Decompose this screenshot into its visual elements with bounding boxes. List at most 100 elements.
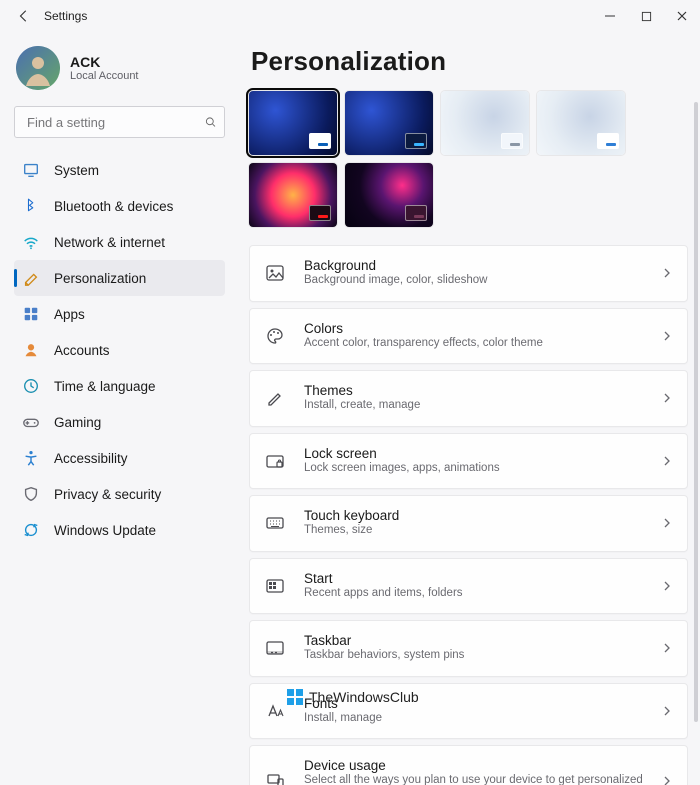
card-fonts[interactable]: Fonts Install, manage (249, 683, 688, 740)
start-icon (264, 575, 286, 597)
back-button[interactable] (10, 2, 38, 30)
account-name: ACK (70, 54, 139, 70)
nav-label: Gaming (54, 415, 101, 430)
nav-item-system[interactable]: System (14, 152, 225, 188)
accounts-icon (22, 341, 40, 359)
card-subtitle: Install, create, manage (304, 398, 651, 414)
search-box[interactable] (14, 106, 225, 138)
nav-label: Accounts (54, 343, 110, 358)
card-subtitle: Background image, color, slideshow (304, 273, 651, 289)
card-touch-keyboard[interactable]: Touch keyboard Themes, size (249, 495, 688, 552)
content-area: Personalization Background Background im… (235, 32, 700, 785)
nav-item-apps[interactable]: Apps (14, 296, 225, 332)
nav-item-network-internet[interactable]: Network & internet (14, 224, 225, 260)
nav-label: Bluetooth & devices (54, 199, 173, 214)
avatar (16, 46, 60, 90)
apps-icon (22, 305, 40, 323)
nav-item-accessibility[interactable]: Accessibility (14, 440, 225, 476)
card-taskbar[interactable]: Taskbar Taskbar behaviors, system pins (249, 620, 688, 677)
card-title: Colors (304, 321, 651, 336)
gaming-icon (22, 413, 40, 431)
sidebar: ACK Local Account System Bluetooth & devi… (0, 32, 235, 785)
card-title: Lock screen (304, 446, 651, 461)
chevron-right-icon (661, 392, 673, 404)
close-button[interactable] (664, 2, 700, 30)
nav-item-windows-update[interactable]: Windows Update (14, 512, 225, 548)
lock-icon (264, 450, 286, 472)
minimize-icon (604, 10, 616, 22)
chevron-right-icon (661, 267, 673, 279)
nav-item-gaming[interactable]: Gaming (14, 404, 225, 440)
card-background[interactable]: Background Background image, color, slid… (249, 245, 688, 302)
time-language-icon (22, 377, 40, 395)
theme-grid (249, 91, 688, 227)
theme-thumb-2[interactable] (345, 91, 433, 155)
search-input[interactable] (25, 114, 205, 131)
nav-list: System Bluetooth & devices Network & inter… (14, 152, 225, 548)
accessibility-icon (22, 449, 40, 467)
nav-label: Privacy & security (54, 487, 161, 502)
windows-update-icon (22, 521, 40, 539)
scrollbar[interactable] (694, 102, 698, 722)
card-title: Taskbar (304, 633, 651, 648)
taskbar-icon (264, 637, 286, 659)
nav-label: Network & internet (54, 235, 165, 250)
palette-icon (264, 325, 286, 347)
theme-thumb-1[interactable] (249, 91, 337, 155)
card-title: Background (304, 258, 651, 273)
card-subtitle: Lock screen images, apps, animations (304, 461, 651, 477)
theme-thumb-6[interactable] (345, 163, 433, 227)
account-sub: Local Account (70, 70, 139, 82)
minimize-button[interactable] (592, 2, 628, 30)
nav-item-accounts[interactable]: Accounts (14, 332, 225, 368)
card-subtitle: Taskbar behaviors, system pins (304, 648, 651, 664)
card-title: Themes (304, 383, 651, 398)
chevron-right-icon (661, 705, 673, 717)
card-subtitle: Recent apps and items, folders (304, 586, 651, 602)
card-subtitle: Accent color, transparency effects, colo… (304, 336, 651, 352)
search-icon (205, 115, 216, 129)
theme-thumb-3[interactable] (441, 91, 529, 155)
chevron-right-icon (661, 517, 673, 529)
maximize-button[interactable] (628, 2, 664, 30)
image-icon (264, 262, 286, 284)
nav-label: Time & language (54, 379, 156, 394)
brush-icon (264, 387, 286, 409)
card-subtitle: Select all the ways you plan to use your… (304, 773, 651, 785)
nav-item-time-language[interactable]: Time & language (14, 368, 225, 404)
card-start[interactable]: Start Recent apps and items, folders (249, 558, 688, 615)
card-title: Touch keyboard (304, 508, 651, 523)
chevron-right-icon (661, 330, 673, 342)
card-title: Fonts (304, 696, 651, 711)
arrow-left-icon (17, 9, 31, 23)
maximize-icon (641, 11, 652, 22)
fonts-icon (264, 700, 286, 722)
card-title: Start (304, 571, 651, 586)
theme-thumb-4[interactable] (537, 91, 625, 155)
titlebar: Settings (0, 0, 700, 32)
account-block[interactable]: ACK Local Account (16, 46, 225, 90)
network-internet-icon (22, 233, 40, 251)
nav-label: Apps (54, 307, 85, 322)
chevron-right-icon (661, 455, 673, 467)
nav-item-bluetooth-devices[interactable]: Bluetooth & devices (14, 188, 225, 224)
card-device-usage[interactable]: Device usage Select all the ways you pla… (249, 745, 688, 785)
system-icon (22, 161, 40, 179)
theme-thumb-5[interactable] (249, 163, 337, 227)
card-themes[interactable]: Themes Install, create, manage (249, 370, 688, 427)
privacy-security-icon (22, 485, 40, 503)
close-icon (676, 10, 688, 22)
bluetooth-devices-icon (22, 197, 40, 215)
device-icon (264, 770, 286, 785)
nav-item-personalization[interactable]: Personalization (14, 260, 225, 296)
chevron-right-icon (661, 642, 673, 654)
nav-label: System (54, 163, 99, 178)
card-lock-screen[interactable]: Lock screen Lock screen images, apps, an… (249, 433, 688, 490)
nav-item-privacy-security[interactable]: Privacy & security (14, 476, 225, 512)
nav-label: Accessibility (54, 451, 128, 466)
window-title: Settings (44, 9, 87, 23)
card-title: Device usage (304, 758, 651, 773)
personalization-icon (22, 269, 40, 287)
card-subtitle: Install, manage (304, 711, 651, 727)
card-colors[interactable]: Colors Accent color, transparency effect… (249, 308, 688, 365)
